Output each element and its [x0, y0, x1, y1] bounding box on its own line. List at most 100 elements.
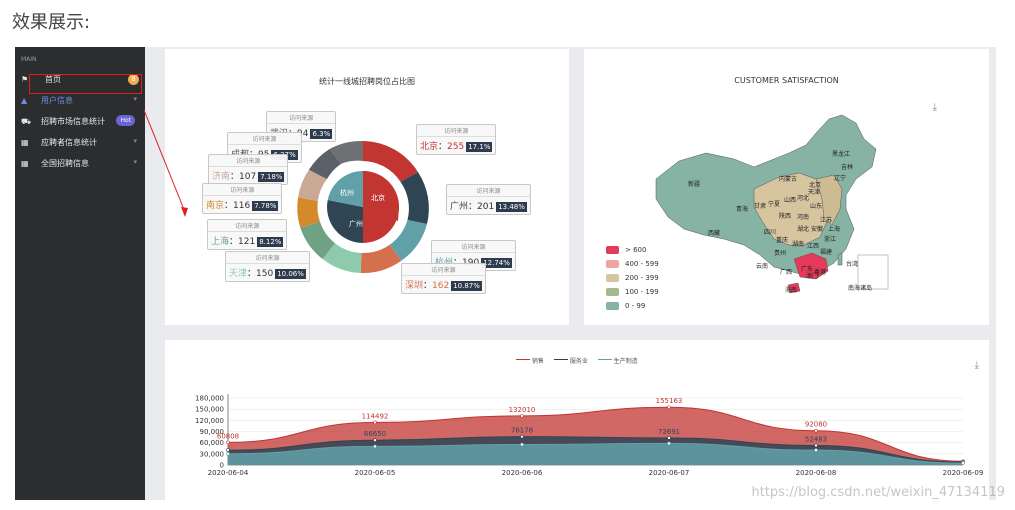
data-point[interactable] [520, 434, 524, 439]
province-label: 江西 [807, 243, 820, 250]
data-label: 60808 [217, 432, 239, 440]
tooltip-title: 访问来源 [267, 112, 336, 124]
province-label: 新疆 [688, 181, 701, 188]
province-label: 西藏 [708, 230, 721, 237]
x-tick-label: 2020-06-07 [649, 469, 690, 477]
tooltip-percent: 7.78% [252, 201, 279, 211]
data-point[interactable] [226, 448, 230, 452]
province-label: 江苏 [820, 217, 833, 224]
data-label: 132010 [509, 406, 536, 414]
line-chart-svg: 180,000150,000120,00090,00060,00030,0000… [195, 394, 984, 477]
data-label: 72691 [658, 428, 680, 436]
province-label: 陕西 [779, 213, 792, 220]
data-label: 155163 [656, 397, 683, 405]
data-label: 114492 [362, 412, 389, 420]
province-label: 云南 [756, 263, 769, 270]
data-label: 52483 [805, 435, 827, 443]
map-legend-item[interactable]: 100 - 199 [606, 288, 659, 296]
legend-label: 100 - 199 [625, 288, 659, 296]
province-label: 甘肃 [754, 203, 767, 210]
data-point[interactable] [667, 436, 671, 440]
map-legend-item[interactable]: 0 - 99 [606, 302, 645, 310]
chevron-down-icon: ▾ [133, 137, 137, 145]
tooltip-jinan: 访问来源 济南：107 7.18% [208, 154, 289, 185]
data-label: 92080 [805, 421, 827, 429]
tooltip-value: 116 [233, 201, 251, 211]
tooltip-percent: 10.06% [275, 269, 306, 279]
province-label: 台湾 [846, 261, 859, 268]
tooltip-city: 济南 [212, 172, 231, 182]
tooltip-title: 访问来源 [447, 185, 530, 197]
sidebar-item-applicant-stats[interactable]: ▦ 应聘者信息统计 ▾ [15, 132, 145, 153]
tooltip-title: 访问来源 [226, 252, 309, 264]
legend-label: 0 - 99 [625, 302, 646, 310]
map-legend-item[interactable]: > 600 [606, 246, 646, 254]
tooltip-tianjin: 访问来源 天津：150 10.06% [225, 251, 310, 282]
province-label: 青海 [736, 206, 749, 213]
sidebar-item-label: 应聘者信息统计 [41, 138, 97, 147]
data-point[interactable] [814, 443, 818, 448]
tooltip-value: 255 [447, 142, 465, 152]
province-label: 广西 [780, 269, 793, 276]
data-point[interactable] [667, 441, 671, 446]
province-label: 浙江 [824, 236, 837, 243]
sidebar-item-market-stats[interactable]: ⛟ 招聘市场信息统计 Hot [15, 111, 145, 132]
inner-label-beijing: 北京 [371, 194, 385, 202]
sidebar-item-national-jobs[interactable]: ▦ 全国招聘信息 ▾ [15, 153, 145, 174]
tooltip-city: 天津 [229, 269, 248, 279]
legend-label: 400 - 599 [625, 260, 659, 268]
legend-swatch [606, 246, 619, 254]
province-label: 海南 [785, 287, 798, 294]
tooltip-title: 访问来源 [417, 125, 496, 137]
data-label: 66650 [364, 430, 386, 438]
legend-swatch [606, 288, 619, 296]
page-heading: 效果展示: [12, 12, 91, 33]
tooltip-city: 广州 [450, 202, 469, 212]
province-label: 山东 [810, 203, 823, 210]
province-label: 天津 [808, 189, 821, 196]
x-tick-label: 2020-06-08 [796, 469, 837, 477]
province-label: 吉林 [841, 164, 854, 171]
data-point[interactable] [520, 414, 524, 418]
data-point[interactable] [520, 442, 524, 447]
province-label: 重庆 [776, 237, 789, 244]
data-point[interactable] [226, 452, 230, 456]
tooltip-percent: 17.1% [466, 142, 493, 152]
tooltip-title: 访问来源 [203, 184, 282, 196]
data-point[interactable] [373, 420, 377, 425]
data-point[interactable] [961, 461, 965, 465]
map-legend-item[interactable]: 200 - 399 [606, 274, 659, 282]
data-point[interactable] [814, 428, 818, 433]
legend-label: 200 - 399 [625, 274, 659, 282]
map-legend-item[interactable]: 400 - 599 [606, 260, 659, 268]
chevron-down-icon: ▾ [133, 158, 137, 166]
grid-icon: ▦ [21, 138, 29, 147]
x-tick-label: 2020-06-09 [943, 469, 984, 477]
province-label: 上海 [828, 226, 841, 233]
province-label: 黑龙江 [832, 151, 851, 158]
province-label: 宁夏 [768, 201, 781, 208]
province-label: 河北 [797, 195, 810, 202]
province-labels: 黑龙江 吉林 辽宁 内蒙古 北京 天津 河北 山西 山东 宁夏 甘肃 陕西 河南… [584, 49, 989, 325]
province-label: 贵州 [774, 250, 787, 257]
inner-label-hangzhou: 杭州 [340, 189, 354, 197]
tooltip-value: 121 [238, 237, 256, 247]
data-point[interactable] [373, 438, 377, 442]
sidebar-caption: MAIN [21, 56, 37, 63]
data-point[interactable] [373, 444, 377, 449]
data-point[interactable] [226, 440, 230, 445]
y-tick-label: 180,000 [195, 395, 224, 403]
province-label: 南海诸岛 [848, 285, 873, 292]
data-point[interactable] [814, 448, 818, 452]
legend-swatch [606, 274, 619, 282]
data-point[interactable] [667, 405, 671, 410]
province-label: 湖北 [797, 226, 810, 233]
hot-badge: Hot [116, 115, 135, 126]
chart-icon: ▲ [21, 96, 28, 105]
tooltip-percent: 10.87% [451, 281, 482, 291]
tooltip-title: 访问来源 [432, 241, 515, 253]
tooltip-city: 南京 [206, 201, 225, 211]
x-tick-label: 2020-06-04 [208, 469, 249, 477]
y-tick-label: 150,000 [195, 406, 224, 414]
tooltip-beijing: 访问来源 北京：255 17.1% [416, 124, 497, 155]
